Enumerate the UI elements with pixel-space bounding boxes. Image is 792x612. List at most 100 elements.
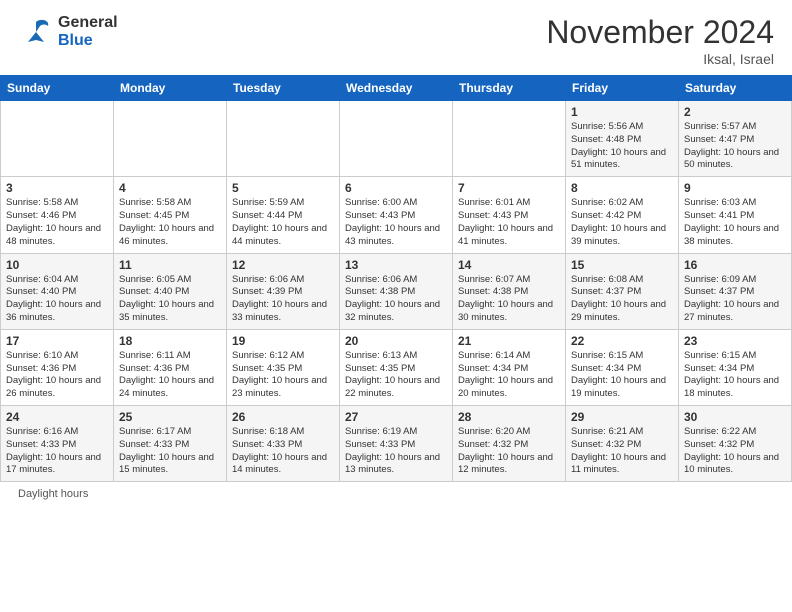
- calendar-cell: 8 Sunrise: 6:02 AM Sunset: 4:42 PM Daylig…: [566, 177, 679, 253]
- calendar-cell: 30 Sunrise: 6:22 AM Sunset: 4:32 PM Dayli…: [679, 406, 792, 482]
- logo: General Blue: [18, 14, 118, 50]
- day-info: Sunrise: 6:09 AM Sunset: 4:37 PM Dayligh…: [684, 274, 786, 325]
- day-info: Sunrise: 6:14 AM Sunset: 4:34 PM Dayligh…: [458, 350, 560, 401]
- calendar-cell: 26 Sunrise: 6:18 AM Sunset: 4:33 PM Dayli…: [227, 406, 340, 482]
- calendar-cell: 13 Sunrise: 6:06 AM Sunset: 4:38 PM Dayli…: [340, 253, 453, 329]
- calendar-cell: 9 Sunrise: 6:03 AM Sunset: 4:41 PM Daylig…: [679, 177, 792, 253]
- calendar-cell: 24 Sunrise: 6:16 AM Sunset: 4:33 PM Dayli…: [1, 406, 114, 482]
- day-info: Sunrise: 6:01 AM Sunset: 4:43 PM Dayligh…: [458, 197, 560, 248]
- day-number: 26: [232, 410, 334, 424]
- day-number: 22: [571, 334, 673, 348]
- day-number: 21: [458, 334, 560, 348]
- day-number: 30: [684, 410, 786, 424]
- calendar-cell: 5 Sunrise: 5:59 AM Sunset: 4:44 PM Daylig…: [227, 177, 340, 253]
- week-row-1: 3Sunrise: 5:58 AM Sunset: 4:46 PM Daylig…: [1, 177, 792, 253]
- footer-note: Daylight hours: [0, 482, 792, 506]
- day-info: Sunrise: 6:07 AM Sunset: 4:38 PM Dayligh…: [458, 274, 560, 325]
- calendar-cell: 27Sunrise: 6:19 AM Sunset: 4:33 PM Dayli…: [340, 406, 453, 482]
- day-number: 8: [571, 181, 673, 195]
- calendar-cell: 11Sunrise: 6:05 AM Sunset: 4:40 PM Dayli…: [114, 253, 227, 329]
- day-number: 3: [6, 181, 108, 195]
- weekday-saturday: Saturday: [679, 76, 792, 101]
- daylight-label: Daylight hours: [18, 488, 88, 500]
- day-info: Sunrise: 6:21 AM Sunset: 4:32 PM Dayligh…: [571, 426, 673, 477]
- month-title: November 2024: [546, 14, 774, 51]
- week-row-3: 17 Sunrise: 6:10 AM Sunset: 4:36 PM Dayli…: [1, 329, 792, 405]
- calendar-cell: 22Sunrise: 6:15 AM Sunset: 4:34 PM Dayli…: [566, 329, 679, 405]
- weekday-friday: Friday: [566, 76, 679, 101]
- day-number: 11: [119, 258, 221, 272]
- day-number: 23: [684, 334, 786, 348]
- weekday-thursday: Thursday: [453, 76, 566, 101]
- calendar-cell: 7 Sunrise: 6:01 AM Sunset: 4:43 PM Daylig…: [453, 177, 566, 253]
- day-info: Sunrise: 5:58 AM Sunset: 4:45 PM Dayligh…: [119, 197, 221, 248]
- day-info: Sunrise: 6:06 AM Sunset: 4:38 PM Dayligh…: [345, 274, 447, 325]
- day-info: Sunrise: 6:22 AM Sunset: 4:32 PM Dayligh…: [684, 426, 786, 477]
- day-number: 17: [6, 334, 108, 348]
- weekday-wednesday: Wednesday: [340, 76, 453, 101]
- day-number: 9: [684, 181, 786, 195]
- day-number: 2: [684, 105, 786, 119]
- day-info: Sunrise: 6:15 AM Sunset: 4:34 PM Dayligh…: [684, 350, 786, 401]
- day-number: 19: [232, 334, 334, 348]
- calendar-cell: 3Sunrise: 5:58 AM Sunset: 4:46 PM Daylig…: [1, 177, 114, 253]
- day-number: 15: [571, 258, 673, 272]
- calendar-cell: 28 Sunrise: 6:20 AM Sunset: 4:32 PM Dayli…: [453, 406, 566, 482]
- day-info: Sunrise: 5:56 AM Sunset: 4:48 PM Dayligh…: [571, 121, 673, 172]
- calendar-cell: 1 Sunrise: 5:56 AM Sunset: 4:48 PM Daylig…: [566, 101, 679, 177]
- day-info: Sunrise: 6:00 AM Sunset: 4:43 PM Dayligh…: [345, 197, 447, 248]
- logo-general-text: General: [58, 14, 118, 32]
- calendar-cell: 17 Sunrise: 6:10 AM Sunset: 4:36 PM Dayli…: [1, 329, 114, 405]
- day-number: 24: [6, 410, 108, 424]
- calendar-cell: [1, 101, 114, 177]
- day-info: Sunrise: 6:19 AM Sunset: 4:33 PM Dayligh…: [345, 426, 447, 477]
- day-number: 18: [119, 334, 221, 348]
- day-info: Sunrise: 6:20 AM Sunset: 4:32 PM Dayligh…: [458, 426, 560, 477]
- calendar-cell: [453, 101, 566, 177]
- day-number: 29: [571, 410, 673, 424]
- calendar-cell: 18 Sunrise: 6:11 AM Sunset: 4:36 PM Dayli…: [114, 329, 227, 405]
- day-number: 13: [345, 258, 447, 272]
- day-info: Sunrise: 6:13 AM Sunset: 4:35 PM Dayligh…: [345, 350, 447, 401]
- day-number: 16: [684, 258, 786, 272]
- day-number: 14: [458, 258, 560, 272]
- day-number: 4: [119, 181, 221, 195]
- weekday-tuesday: Tuesday: [227, 76, 340, 101]
- day-info: Sunrise: 5:59 AM Sunset: 4:44 PM Dayligh…: [232, 197, 334, 248]
- calendar-cell: 12 Sunrise: 6:06 AM Sunset: 4:39 PM Dayli…: [227, 253, 340, 329]
- day-number: 12: [232, 258, 334, 272]
- day-info: Sunrise: 6:18 AM Sunset: 4:33 PM Dayligh…: [232, 426, 334, 477]
- calendar-cell: [114, 101, 227, 177]
- calendar-cell: 2 Sunrise: 5:57 AM Sunset: 4:47 PM Daylig…: [679, 101, 792, 177]
- day-number: 7: [458, 181, 560, 195]
- logo-blue-text: Blue: [58, 32, 118, 50]
- calendar-cell: 20 Sunrise: 6:13 AM Sunset: 4:35 PM Dayli…: [340, 329, 453, 405]
- calendar-cell: [227, 101, 340, 177]
- day-info: Sunrise: 6:06 AM Sunset: 4:39 PM Dayligh…: [232, 274, 334, 325]
- day-number: 10: [6, 258, 108, 272]
- week-row-2: 10Sunrise: 6:04 AM Sunset: 4:40 PM Dayli…: [1, 253, 792, 329]
- calendar-cell: 19 Sunrise: 6:12 AM Sunset: 4:35 PM Dayli…: [227, 329, 340, 405]
- calendar-cell: 14 Sunrise: 6:07 AM Sunset: 4:38 PM Dayli…: [453, 253, 566, 329]
- day-number: 28: [458, 410, 560, 424]
- day-info: Sunrise: 6:08 AM Sunset: 4:37 PM Dayligh…: [571, 274, 673, 325]
- day-number: 6: [345, 181, 447, 195]
- day-info: Sunrise: 6:11 AM Sunset: 4:36 PM Dayligh…: [119, 350, 221, 401]
- week-row-0: 1 Sunrise: 5:56 AM Sunset: 4:48 PM Daylig…: [1, 101, 792, 177]
- calendar-cell: 16 Sunrise: 6:09 AM Sunset: 4:37 PM Dayli…: [679, 253, 792, 329]
- page-header: General Blue November 2024 Iksal, Israel: [0, 0, 792, 75]
- day-info: Sunrise: 6:03 AM Sunset: 4:41 PM Dayligh…: [684, 197, 786, 248]
- day-number: 1: [571, 105, 673, 119]
- day-info: Sunrise: 6:12 AM Sunset: 4:35 PM Dayligh…: [232, 350, 334, 401]
- day-info: Sunrise: 6:17 AM Sunset: 4:33 PM Dayligh…: [119, 426, 221, 477]
- calendar-cell: 15 Sunrise: 6:08 AM Sunset: 4:37 PM Dayli…: [566, 253, 679, 329]
- day-number: 25: [119, 410, 221, 424]
- day-info: Sunrise: 6:16 AM Sunset: 4:33 PM Dayligh…: [6, 426, 108, 477]
- calendar-cell: 21 Sunrise: 6:14 AM Sunset: 4:34 PM Dayli…: [453, 329, 566, 405]
- day-info: Sunrise: 6:02 AM Sunset: 4:42 PM Dayligh…: [571, 197, 673, 248]
- day-number: 20: [345, 334, 447, 348]
- title-block: November 2024 Iksal, Israel: [546, 14, 774, 67]
- day-info: Sunrise: 6:10 AM Sunset: 4:36 PM Dayligh…: [6, 350, 108, 401]
- day-info: Sunrise: 5:57 AM Sunset: 4:47 PM Dayligh…: [684, 121, 786, 172]
- day-number: 5: [232, 181, 334, 195]
